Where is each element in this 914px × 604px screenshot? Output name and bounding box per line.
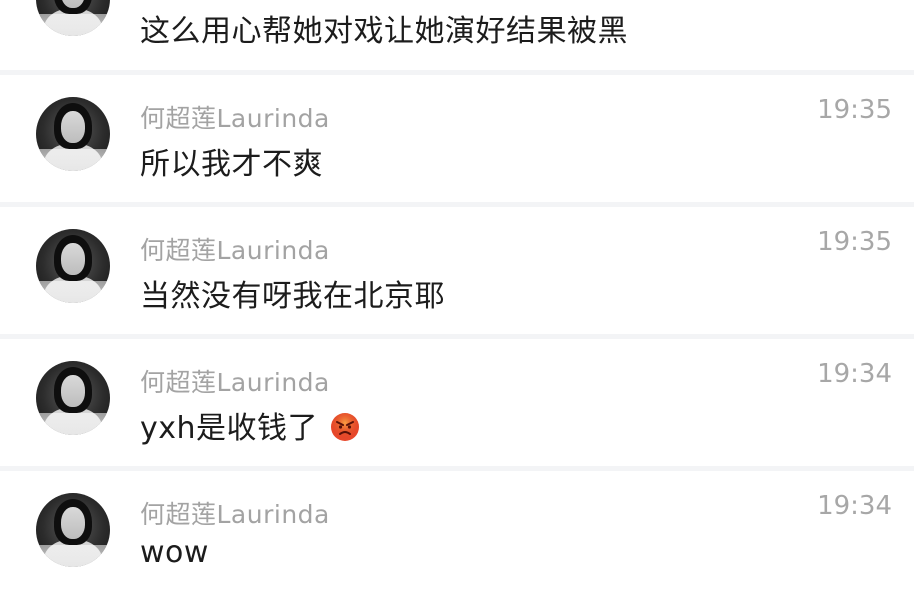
sender-name[interactable]: 何超莲Laurinda (140, 495, 330, 531)
angry-face-emoji-icon (331, 413, 360, 441)
message-row[interactable]: 何超莲Laurinda 19:34 yxh是收钱了 (0, 339, 914, 466)
message-row[interactable]: 何超莲Laurinda 19:35 当然没有呀我在北京耶 (0, 207, 914, 334)
avatar[interactable] (36, 97, 110, 171)
message-time: 19:34 (817, 491, 892, 521)
message-row[interactable]: 何超莲Laurinda 19:35 所以我才不爽 (0, 75, 914, 202)
avatar[interactable] (36, 361, 110, 435)
sender-name[interactable]: 何超莲Laurinda (140, 231, 330, 267)
sender-name[interactable]: 何超莲Laurinda (140, 99, 330, 135)
message-time: 19:34 (817, 359, 892, 389)
message-text: yxh是收钱了 (140, 411, 319, 446)
message-row[interactable]: 这么用心帮她对戏让她演好结果被黑 (0, 0, 914, 70)
message-row[interactable]: 何超莲Laurinda 19:34 wow (0, 471, 914, 604)
message-text: 当然没有呀我在北京耶 (140, 279, 445, 314)
message-text: wow (140, 535, 209, 570)
avatar[interactable] (36, 493, 110, 567)
message-time: 19:35 (817, 227, 892, 257)
message-text: 这么用心帮她对戏让她演好结果被黑 (140, 14, 628, 49)
avatar[interactable] (36, 0, 110, 36)
sender-name[interactable]: 何超莲Laurinda (140, 363, 330, 399)
message-feed: 这么用心帮她对戏让她演好结果被黑 何超莲Laurinda 19:35 所以我才不… (0, 0, 914, 604)
message-text-line: yxh是收钱了 (140, 403, 360, 447)
avatar[interactable] (36, 229, 110, 303)
message-text: 所以我才不爽 (140, 147, 323, 182)
message-time: 19:35 (817, 95, 892, 125)
